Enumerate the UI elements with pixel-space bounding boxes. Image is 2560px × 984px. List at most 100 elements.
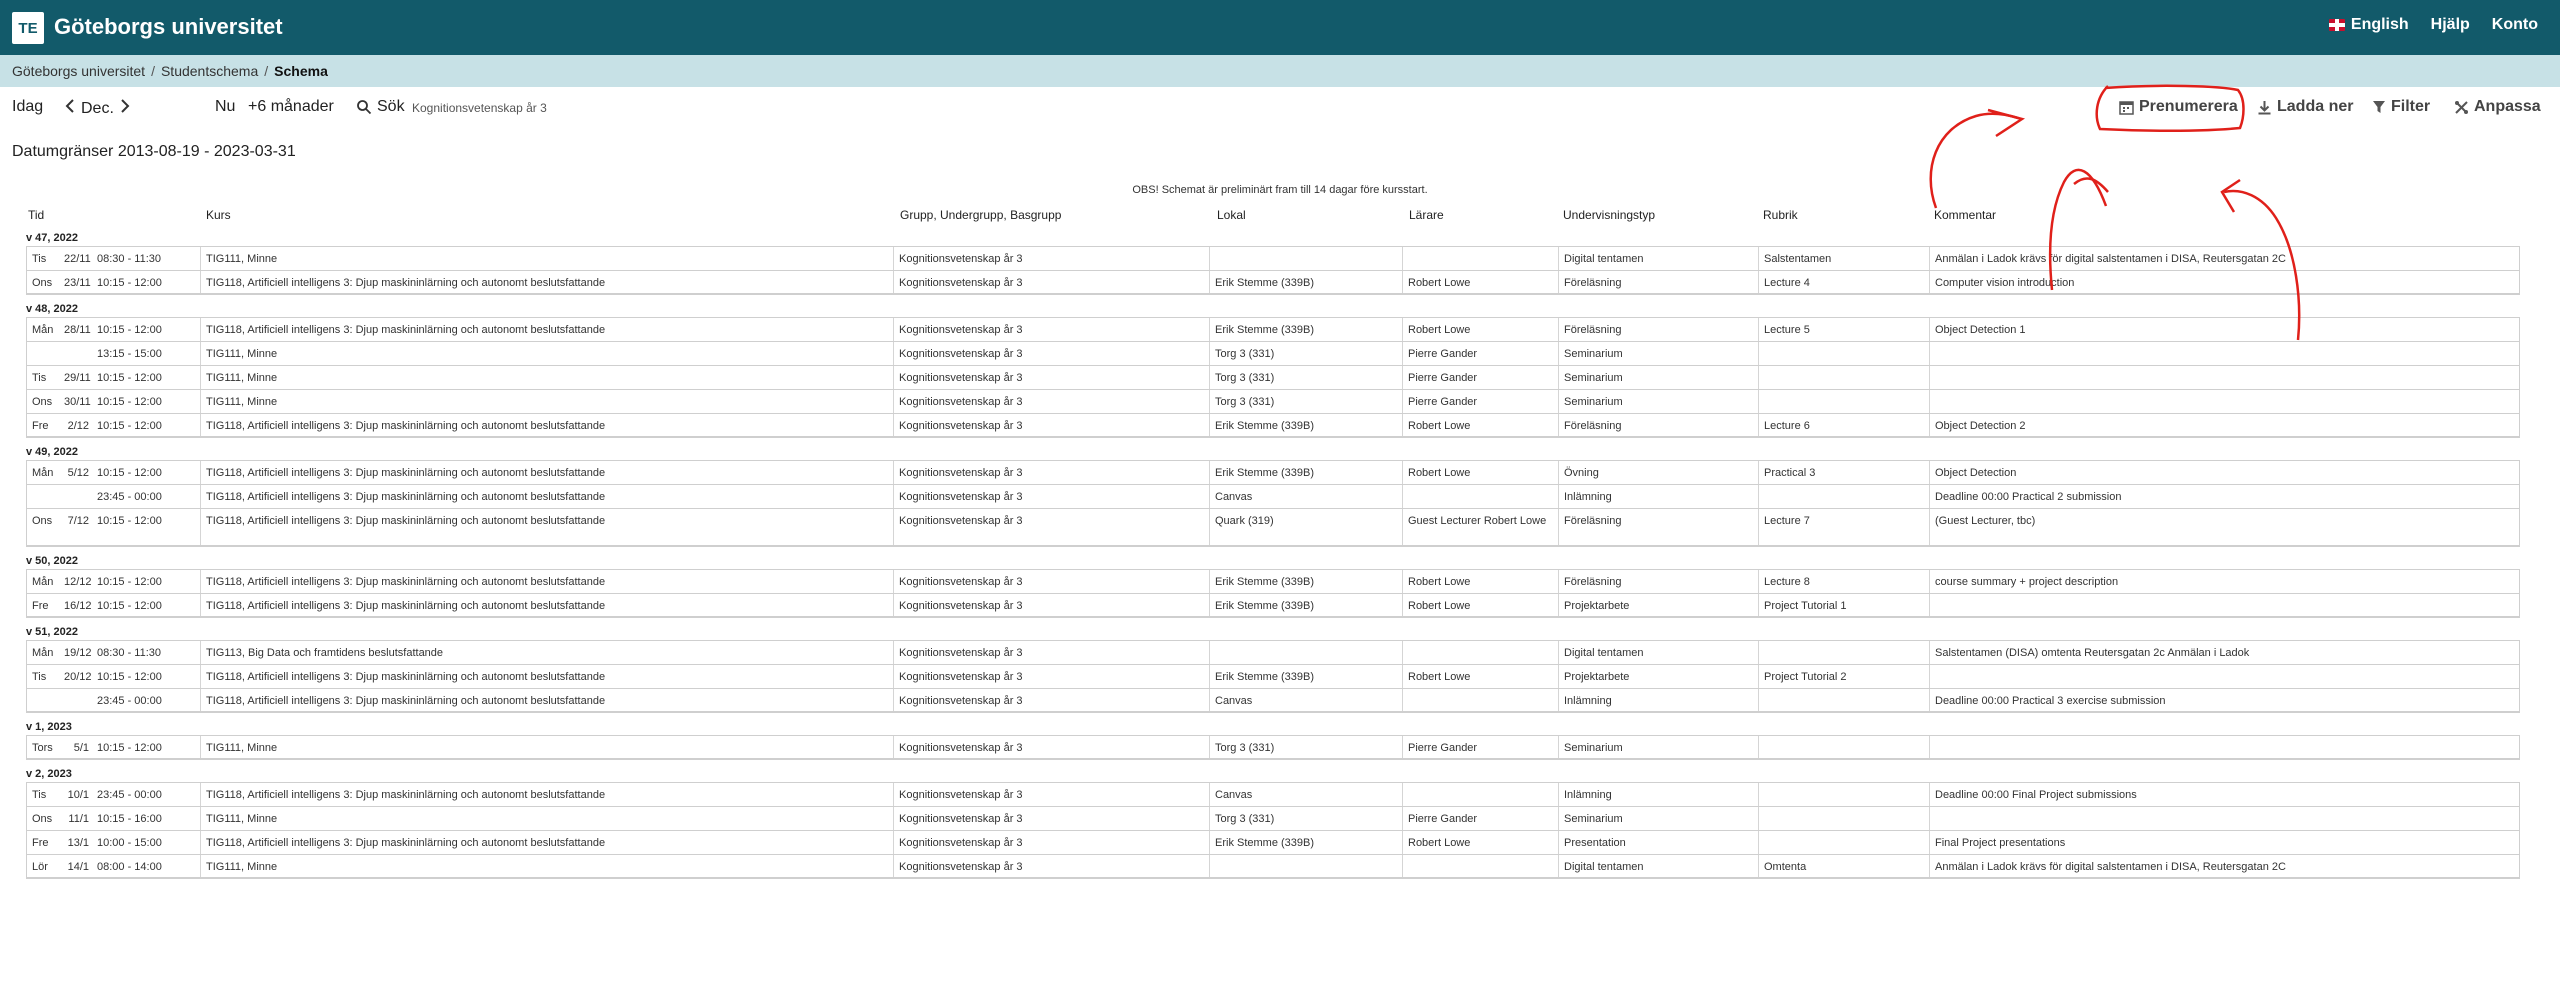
cell-group: Kognitionsvetenskap år 3 xyxy=(893,509,1209,545)
col-header-room: Lokal xyxy=(1217,208,1246,222)
subscribe-button[interactable]: Prenumerera xyxy=(2119,98,2238,116)
table-row[interactable]: Tis 22/11 08:30 - 11:30 TIG111, Minne Kognit… xyxy=(26,246,2520,270)
table-row[interactable]: Ons 11/1 10:15 - 16:00 TIG111, Minne Kogniti… xyxy=(26,806,2520,830)
language-link[interactable]: English xyxy=(2328,16,2409,34)
table-row[interactable]: Lör 14/1 08:00 - 14:00 TIG111, Minne Kogniti… xyxy=(26,854,2520,878)
cell-type: Föreläsning xyxy=(1558,318,1758,341)
cell-group: Kognitionsvetenskap år 3 xyxy=(893,855,1209,877)
table-row[interactable]: Fre 2/12 10:15 - 12:00 TIG118, Artificiell … xyxy=(26,413,2520,437)
account-link[interactable]: Konto xyxy=(2492,16,2538,34)
now-button[interactable]: Nu xyxy=(215,98,235,116)
search-label: Sök xyxy=(377,98,405,115)
cell-type: Föreläsning xyxy=(1558,271,1758,293)
cell-comment: Object Detection 2 xyxy=(1929,414,2521,436)
timeedit-logo[interactable]: TE xyxy=(12,12,44,44)
cell-group: Kognitionsvetenskap år 3 xyxy=(893,807,1209,830)
table-row[interactable]: 13:15 - 15:00 TIG111, Minne Kognitionsvete… xyxy=(26,341,2520,365)
cell-time: 13:15 - 15:00 xyxy=(97,348,162,360)
table-row[interactable]: Fre 16/12 10:15 - 12:00 TIG118, Artificiell… xyxy=(26,593,2520,617)
table-header: Tid Kurs Grupp, Undergrupp, Basgrupp Lok… xyxy=(26,202,2520,224)
table-row[interactable]: Mån 28/11 10:15 - 12:00 TIG118, Artificiell… xyxy=(26,317,2520,341)
week-rows: Tis 10/1 23:45 - 00:00 TIG118, Artificiell … xyxy=(26,782,2520,879)
table-row[interactable]: 23:45 - 00:00 TIG118, Artificiell intelli… xyxy=(26,688,2520,712)
table-row[interactable]: Ons 23/11 10:15 - 12:00 TIG118, Artificiell… xyxy=(26,270,2520,294)
cell-comment: Object Detection 1 xyxy=(1929,318,2521,341)
cell-type: Digital tentamen xyxy=(1558,641,1758,664)
cell-time: 10:15 - 12:00 xyxy=(97,515,162,527)
cell-comment: Anmälan i Ladok krävs för digital salste… xyxy=(1929,247,2521,270)
table-row[interactable]: Tis 20/12 10:15 - 12:00 TIG118, Artificiell… xyxy=(26,664,2520,688)
table-row[interactable]: Mån 5/12 10:15 - 12:00 TIG118, Artificiell … xyxy=(26,460,2520,484)
site-title[interactable]: Göteborgs universitet xyxy=(54,14,283,40)
table-row[interactable]: Ons 30/11 10:15 - 12:00 TIG111, Minne Kognit… xyxy=(26,389,2520,413)
cell-teacher: Robert Lowe xyxy=(1402,665,1558,688)
cell-room: Erik Stemme (339B) xyxy=(1209,570,1402,593)
cell-day xyxy=(27,342,64,365)
cell-teacher xyxy=(1402,783,1558,806)
cell-rubrik xyxy=(1758,807,1929,830)
uk-flag-icon xyxy=(2328,19,2345,31)
cell-comment xyxy=(1929,665,2521,688)
table-row[interactable]: 23:45 - 00:00 TIG118, Artificiell intelli… xyxy=(26,484,2520,508)
week-groups: v 47, 2022 Tis 22/11 08:30 - 11:30 TIG111, M… xyxy=(26,224,2520,879)
search-value[interactable]: Kognitionsvetenskap år 3 xyxy=(412,101,547,115)
cell-course: TIG111, Minne xyxy=(200,247,893,270)
week-label: v 49, 2022 xyxy=(26,446,78,458)
cell-time: 08:00 - 14:00 xyxy=(97,861,162,873)
table-row[interactable]: Ons 7/12 10:15 - 12:00 TIG118, Artificiell … xyxy=(26,508,2520,546)
customize-button[interactable]: Anpassa xyxy=(2454,98,2541,116)
download-button[interactable]: Ladda ner xyxy=(2257,98,2353,116)
cell-course: TIG111, Minne xyxy=(200,855,893,877)
cell-date: 14/1 xyxy=(67,861,89,873)
cell-date xyxy=(64,342,93,365)
cell-date: 29/11 xyxy=(64,372,91,384)
cell-rubrik: Lecture 7 xyxy=(1758,509,1929,545)
cell-room xyxy=(1209,855,1402,877)
range-button[interactable]: +6 månader xyxy=(248,98,334,116)
cell-type: Digital tentamen xyxy=(1558,247,1758,270)
week-rows: Mån 28/11 10:15 - 12:00 TIG118, Artificiell… xyxy=(26,317,2520,438)
table-row[interactable]: Mån 19/12 08:30 - 11:30 TIG113, Big Data oc… xyxy=(26,640,2520,664)
cell-comment: Final Project presentations xyxy=(1929,831,2521,854)
preliminary-notice: OBS! Schemat är preliminärt fram till 14… xyxy=(1132,184,1428,196)
cell-room: Torg 3 (331) xyxy=(1209,366,1402,389)
cell-date: 7/12 xyxy=(67,515,89,527)
cell-teacher: Pierre Gander xyxy=(1402,807,1558,830)
col-header-course: Kurs xyxy=(206,208,231,222)
cell-course: TIG111, Minne xyxy=(200,342,893,365)
table-row[interactable]: Mån 12/12 10:15 - 12:00 TIG118, Artificiell… xyxy=(26,569,2520,593)
week-label: v 2, 2023 xyxy=(26,768,72,780)
cell-type: Seminarium xyxy=(1558,366,1758,389)
cell-course: TIG118, Artificiell intelligens 3: Djup … xyxy=(200,570,893,593)
help-link[interactable]: Hjälp xyxy=(2431,16,2470,34)
cell-teacher xyxy=(1402,855,1558,877)
table-row[interactable]: Tis 10/1 23:45 - 00:00 TIG118, Artificiell … xyxy=(26,782,2520,806)
breadcrumb-item-studentschema[interactable]: Studentschema xyxy=(161,63,258,79)
search-button[interactable]: Sök xyxy=(356,98,405,116)
week-header: v 1, 2023 xyxy=(26,713,2520,735)
month-label[interactable]: Dec. xyxy=(81,100,114,118)
cell-time: 08:30 - 11:30 xyxy=(97,647,162,659)
table-row[interactable]: Fre 13/1 10:00 - 15:00 TIG118, Artificiell … xyxy=(26,830,2520,854)
calendar-icon xyxy=(2119,100,2134,115)
cell-type: Föreläsning xyxy=(1558,570,1758,593)
cell-room: Erik Stemme (339B) xyxy=(1209,271,1402,293)
cell-teacher: Robert Lowe xyxy=(1402,414,1558,436)
cell-date xyxy=(64,689,93,711)
chevron-left-icon[interactable] xyxy=(64,98,76,119)
cell-comment: course summary + project description xyxy=(1929,570,2521,593)
header-links: English Hjälp Konto xyxy=(2328,16,2538,34)
table-row[interactable]: Tis 29/11 10:15 - 12:00 TIG111, Minne Kognit… xyxy=(26,365,2520,389)
filter-button[interactable]: Filter xyxy=(2372,98,2430,116)
breadcrumb-item-university[interactable]: Göteborgs universitet xyxy=(12,63,145,79)
cell-comment: Deadline 00:00 Practical 2 submission xyxy=(1929,485,2521,508)
breadcrumb-separator: / xyxy=(151,63,155,79)
cell-group: Kognitionsvetenskap år 3 xyxy=(893,736,1209,758)
cell-course: TIG118, Artificiell intelligens 3: Djup … xyxy=(200,509,893,545)
cell-rubrik xyxy=(1758,366,1929,389)
chevron-right-icon[interactable] xyxy=(119,98,131,119)
cell-comment xyxy=(1929,390,2521,413)
table-row[interactable]: Tors 5/1 10:15 - 12:00 TIG111, Minne Kogniti… xyxy=(26,735,2520,759)
col-header-comment: Kommentar xyxy=(1934,208,1997,222)
today-button[interactable]: Idag xyxy=(12,98,43,116)
